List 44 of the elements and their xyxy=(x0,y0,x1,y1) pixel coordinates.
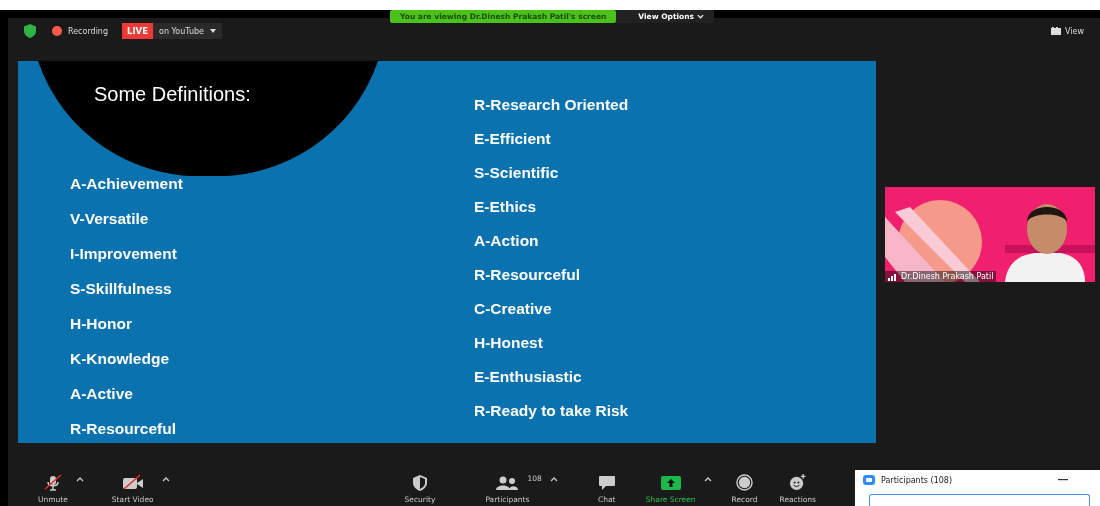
shield-icon xyxy=(413,474,427,491)
camera-icon xyxy=(121,474,144,491)
record-icon xyxy=(736,474,754,491)
signal-icon xyxy=(888,272,898,281)
definition-text: V-Versatile xyxy=(70,209,150,229)
grid-icon xyxy=(1051,27,1061,35)
definition-text: S-Skillfulness xyxy=(70,278,173,299)
definition-text: R-Resourceful xyxy=(70,418,177,439)
definition-text: A-Active xyxy=(70,383,134,404)
microphone-icon xyxy=(42,474,63,491)
definition-text: E-Efficient xyxy=(474,129,552,149)
recording-icon xyxy=(52,26,62,36)
shield-icon[interactable] xyxy=(24,24,36,38)
minimize-icon[interactable] xyxy=(1058,479,1068,481)
definition-text: R-Resourceful xyxy=(474,264,581,285)
definition-text: I-Improvement xyxy=(70,243,178,264)
live-badge: LIVE xyxy=(122,23,153,39)
dropdown-icon xyxy=(210,29,217,33)
caret-icon[interactable] xyxy=(549,477,558,482)
definition-text: C-Creative xyxy=(474,298,553,319)
search-field[interactable] xyxy=(869,494,1090,506)
participant-name: Dr.Dinesh Prakash Patil xyxy=(901,272,994,281)
definition-text: A-Achievement xyxy=(70,174,184,194)
definition-text: A-Action xyxy=(474,230,540,251)
caret-icon[interactable] xyxy=(75,477,84,482)
definition-text: E-Ethics xyxy=(474,196,537,217)
definition-text: E-Enthusiastic xyxy=(474,366,583,387)
stream-label: on YouTube xyxy=(159,26,205,36)
definition-text: R-Ready to take Risk xyxy=(474,400,630,421)
definition-text: S-Scientific xyxy=(474,162,560,183)
definition-text: R-Research Oriented xyxy=(474,95,630,115)
recording-label: Recording xyxy=(68,26,108,36)
caret-icon[interactable] xyxy=(161,477,170,482)
people-icon xyxy=(496,474,519,491)
caret-icon[interactable] xyxy=(703,477,712,482)
definition-text: H-Honor xyxy=(70,313,133,334)
slide-title: Some Definitions: xyxy=(94,83,251,106)
definition-text: K-Knowledge xyxy=(70,348,171,369)
smiley-icon xyxy=(788,474,808,491)
panel-title: Participants (108) xyxy=(881,475,953,485)
live-stream-button[interactable]: LIVE on YouTube xyxy=(122,23,223,39)
chevron-icon xyxy=(697,14,705,19)
definition-text: H-Honest xyxy=(474,332,544,353)
view-button[interactable]: View xyxy=(1045,25,1090,37)
